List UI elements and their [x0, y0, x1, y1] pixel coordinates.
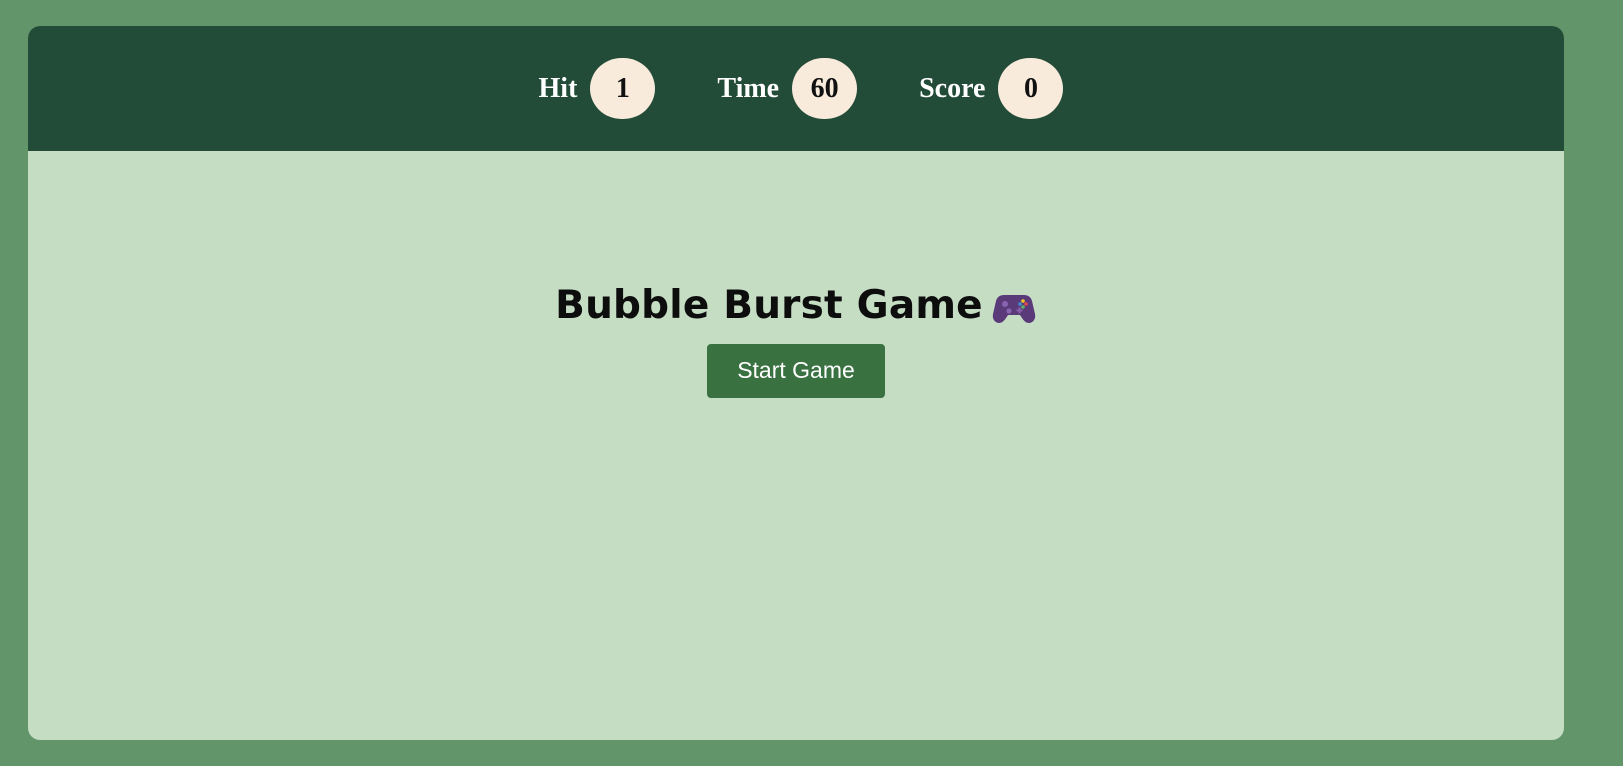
hit-stat: Hit 1: [539, 58, 656, 119]
start-screen: Bubble Burst Game Start Game: [28, 283, 1564, 398]
score-stat: Score 0: [919, 58, 1064, 119]
score-label: Score: [919, 72, 986, 104]
time-label: Time: [717, 72, 780, 104]
game-title: Bubble Burst Game: [555, 283, 983, 328]
game-area[interactable]: Bubble Burst Game Start Game: [28, 151, 1564, 740]
stats-header: Hit 1 Time 60 Score 0: [28, 26, 1564, 151]
score-value: 0: [998, 58, 1064, 119]
hit-label: Hit: [538, 72, 578, 104]
title-row: Bubble Burst Game: [555, 283, 1037, 328]
stats-bar: Hit 1 Time 60 Score 0: [539, 58, 1064, 119]
time-stat: Time 60: [717, 58, 858, 119]
start-game-button[interactable]: Start Game: [707, 343, 885, 398]
game-controller-icon: [991, 287, 1037, 327]
time-value: 60: [792, 58, 858, 119]
hit-value: 1: [590, 58, 656, 119]
game-panel: Hit 1 Time 60 Score 0 Bubble Burst Game: [28, 26, 1564, 740]
